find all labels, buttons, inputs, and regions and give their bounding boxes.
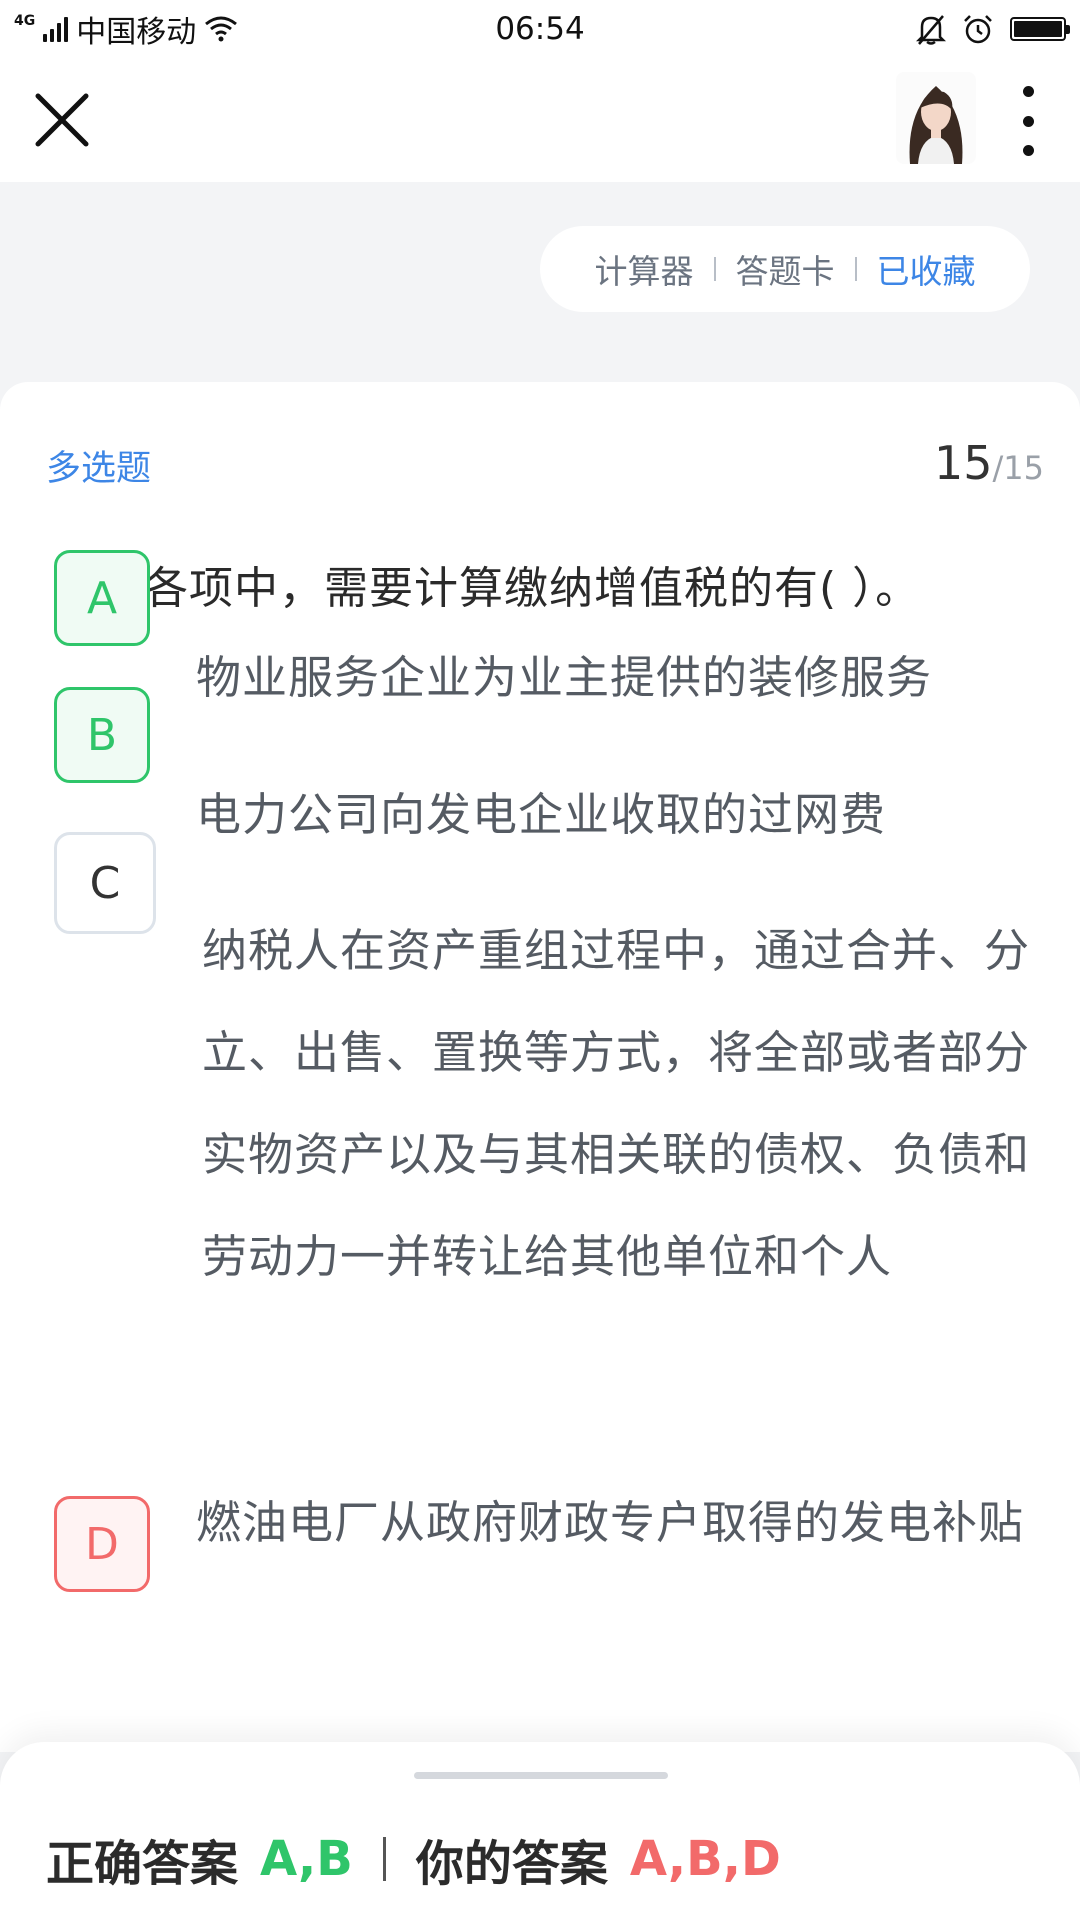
option-text[interactable]: 物业服务企业为业主提供的装修服务 [196,627,1026,729]
your-answer-label: 你的答案 [415,1836,608,1892]
option-text[interactable]: 电力公司向发电企业收取的过网费 [196,764,1026,866]
option-letter: D [54,1496,150,1592]
status-bar: 4G 中国移动 06:54 [0,0,1080,58]
question-card: 多选题 15/15 下列各项中，需要计算缴纳增值税的有( ）。 A 物业服务企业… [0,382,1080,1752]
wifi-icon [205,16,238,42]
correct-answer-label: 正确答案 [46,1836,239,1892]
divider [382,1837,386,1881]
network-type: 4G [14,13,36,29]
alarm-icon [964,15,992,44]
avatar[interactable] [896,72,976,164]
status-right [916,13,1070,45]
close-icon[interactable] [30,88,94,152]
question-text: 下列各项中，需要计算缴纳增值税的有( ）。 [54,563,921,614]
drag-handle[interactable] [414,1772,668,1779]
correct-answer-value: A,B [260,1831,353,1887]
battery-icon [1010,17,1070,41]
carrier-name: 中国移动 [76,15,197,50]
status-left: 4G 中国移动 [14,7,238,51]
option-text[interactable]: 燃油电厂从政府财政专户取得的发电补贴 [196,1472,1026,1574]
current-question-number: 15 [933,436,993,490]
question-counter: 15/15 [934,436,1044,490]
question-type: 多选题 [46,449,152,489]
mute-bell-icon [916,15,946,45]
signal-icon [43,16,69,42]
option-letter: A [54,550,150,646]
total-questions: /15 [992,449,1045,487]
your-answer-value: A,B,D [629,1831,781,1887]
answer-sheet[interactable]: 正确答案 A,B 你的答案 A,B,D [0,1742,1080,1920]
more-vertical-icon[interactable] [1010,86,1046,156]
tools-bar: 计算器 答题卡 已收藏 [540,226,1030,312]
answer-card-button[interactable]: 答题卡 [716,245,855,293]
option-text[interactable]: 纳税人在资产重组过程中，通过合并、分立、出售、置换等方式，将全部或者部分实物资产… [202,900,1032,1308]
option-letter: C [54,832,156,934]
option-letter: B [54,687,150,783]
favorite-button[interactable]: 已收藏 [857,245,996,293]
top-nav [0,58,1080,182]
calculator-button[interactable]: 计算器 [575,245,714,293]
answer-summary: 正确答案 A,B 你的答案 A,B,D [46,1824,781,1894]
